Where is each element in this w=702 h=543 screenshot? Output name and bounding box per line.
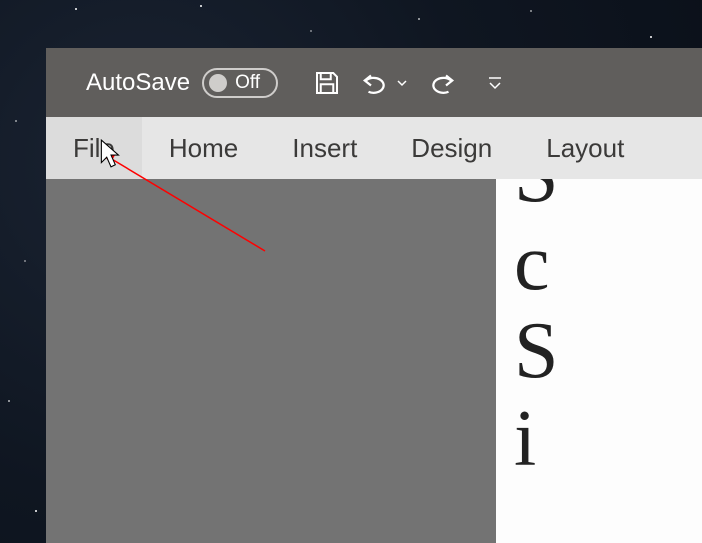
tab-layout[interactable]: Layout: [519, 117, 651, 179]
redo-button[interactable]: [426, 68, 456, 98]
tab-home[interactable]: Home: [142, 117, 265, 179]
save-button[interactable]: [312, 68, 342, 98]
customize-qat-button[interactable]: [486, 74, 504, 92]
tab-label: Insert: [292, 133, 357, 164]
toggle-state-text: Off: [229, 72, 260, 94]
tab-label: Layout: [546, 133, 624, 164]
autosave-label: AutoSave: [86, 69, 190, 97]
tab-label: File: [73, 133, 115, 164]
content-area: S c S i: [46, 179, 702, 543]
customize-icon: [486, 74, 504, 92]
tab-label: Design: [411, 133, 492, 164]
quick-access-toolbar: [312, 68, 504, 98]
ribbon-tabs: File Home Insert Design Layout: [46, 117, 702, 179]
toggle-knob-icon: [209, 74, 227, 92]
tab-label: Home: [169, 133, 238, 164]
redo-icon: [426, 68, 456, 98]
tab-file[interactable]: File: [46, 117, 142, 179]
document-page[interactable]: S c S i: [496, 179, 702, 543]
undo-icon: [360, 68, 392, 98]
title-bar: AutoSave Off: [46, 48, 702, 117]
save-icon: [312, 68, 342, 98]
undo-button[interactable]: [360, 68, 408, 98]
document-text: S c S i: [514, 179, 702, 483]
tab-insert[interactable]: Insert: [265, 117, 384, 179]
app-window: AutoSave Off: [46, 48, 702, 543]
navigation-panel: [46, 179, 496, 543]
tab-design[interactable]: Design: [384, 117, 519, 179]
chevron-down-icon: [396, 77, 408, 89]
autosave-toggle[interactable]: Off: [202, 68, 278, 98]
